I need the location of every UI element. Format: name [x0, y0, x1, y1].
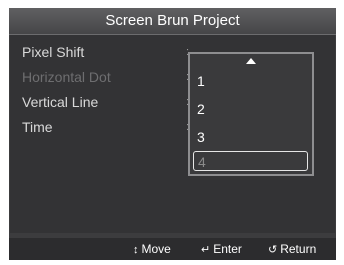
menu-item-vertical-line[interactable]: Vertical Line — [22, 92, 98, 112]
footer-hint-bar: ↕ Move ↵ Enter ↺ Return — [9, 238, 336, 260]
value-dropdown-list[interactable]: 1 2 3 4 — [188, 52, 314, 176]
osd-menu-window: Screen Brun Project Pixel Shift Horizont… — [9, 8, 336, 260]
enter-icon: ↵ — [201, 244, 211, 256]
move-label: Move — [141, 242, 171, 256]
page-title: Screen Brun Project — [9, 8, 336, 35]
dropdown-option-4-selected[interactable]: 4 — [193, 151, 308, 171]
return-icon: ↺ — [268, 244, 278, 256]
menu-item-time[interactable]: Time — [22, 117, 53, 137]
return-label: Return — [280, 242, 317, 256]
menu-item-horizontal-dot: Horizontal Dot — [22, 69, 111, 85]
move-hint: ↕ Move — [133, 238, 171, 260]
dropdown-option-3[interactable]: 3 — [197, 127, 305, 147]
enter-hint: ↵ Enter — [201, 238, 242, 260]
enter-label: Enter — [213, 242, 242, 256]
menu-item-pixel-shift[interactable]: Pixel Shift — [22, 42, 84, 62]
menu-panel: Pixel Shift Horizontal Dot Vertical Line… — [10, 35, 335, 233]
dropdown-option-1[interactable]: 1 — [197, 71, 305, 91]
updown-arrow-icon: ↕ — [133, 244, 139, 256]
return-hint: ↺ Return — [268, 238, 316, 260]
dropdown-option-2[interactable]: 2 — [197, 99, 305, 119]
scroll-up-arrow-icon[interactable] — [246, 58, 256, 64]
